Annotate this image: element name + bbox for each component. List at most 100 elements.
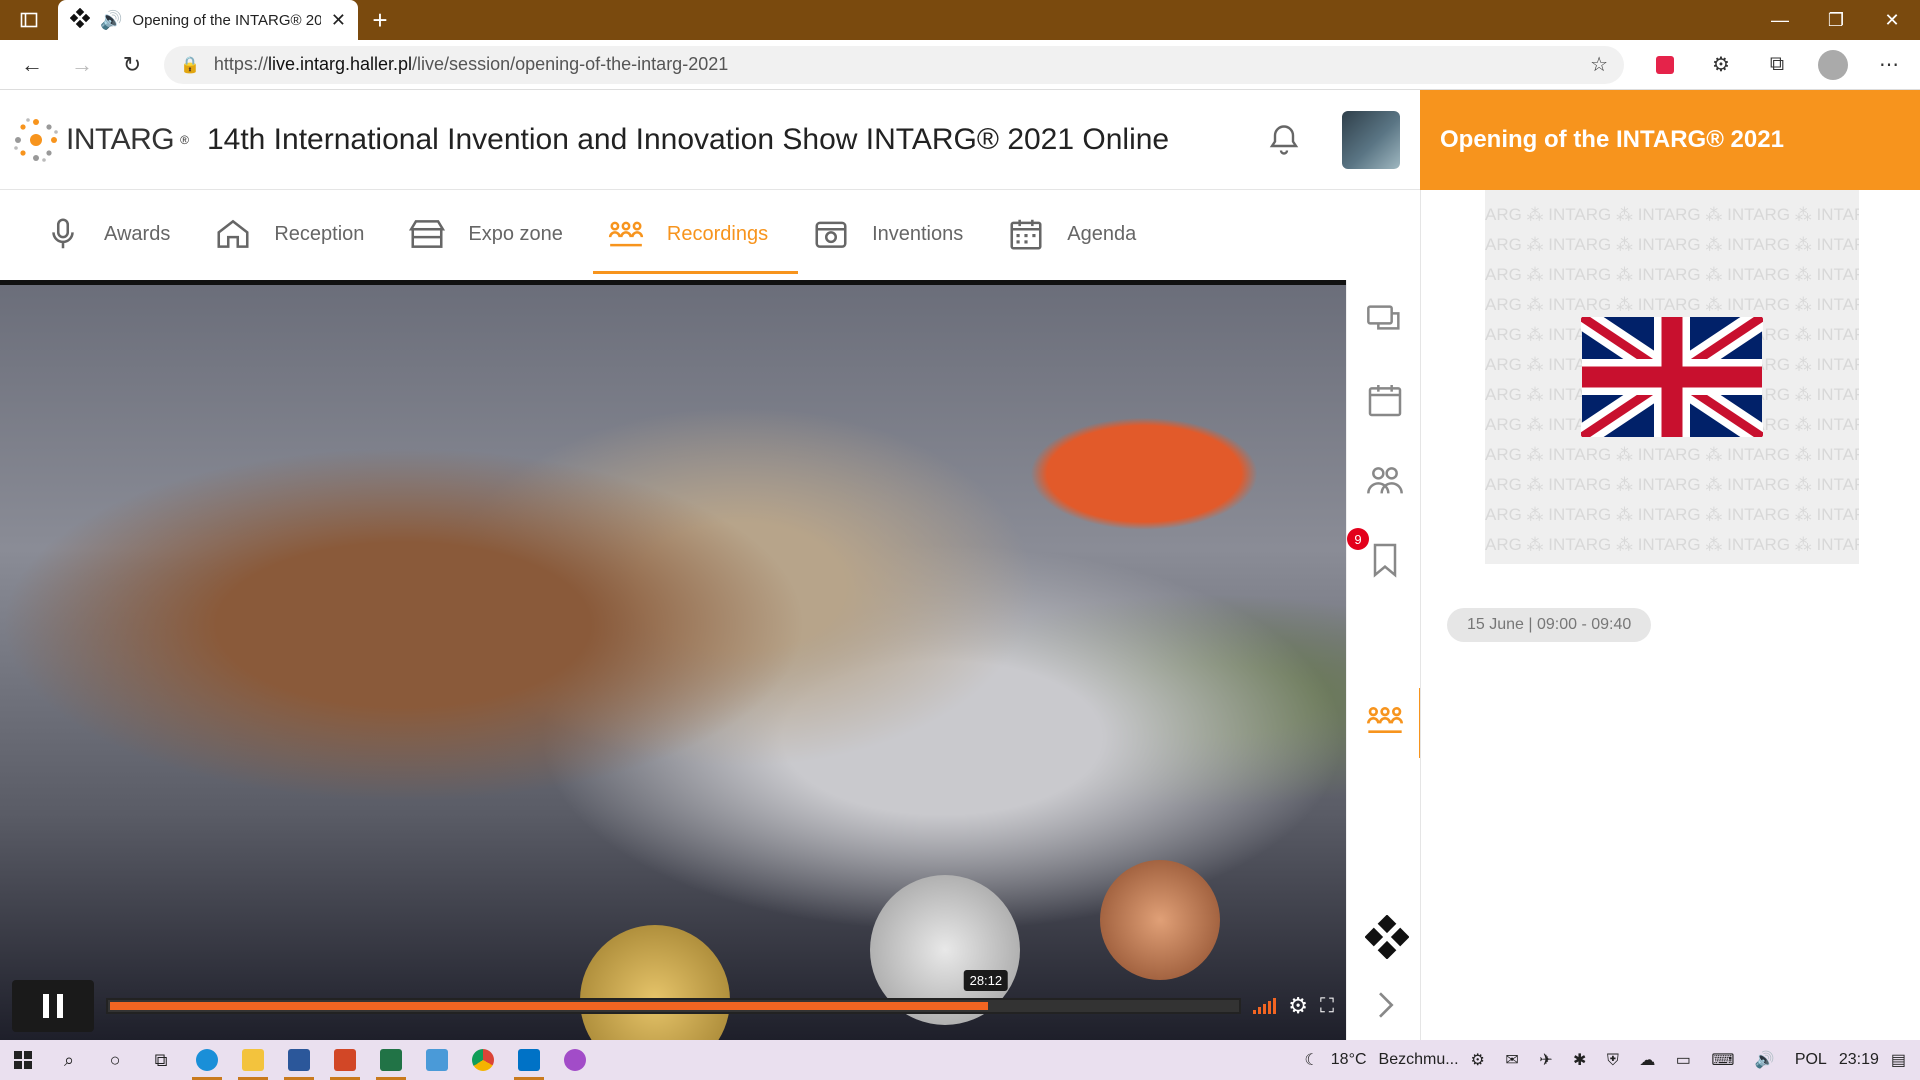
task-view-icon[interactable]: ⧉ <box>138 1040 184 1080</box>
tab-actions-icon[interactable] <box>0 0 58 40</box>
audience-icon <box>608 221 644 247</box>
home-icon <box>217 219 249 248</box>
windows-start-icon[interactable] <box>0 1040 46 1080</box>
app-icon[interactable] <box>552 1040 598 1080</box>
refresh-icon[interactable]: ↻ <box>114 46 150 84</box>
video-player[interactable]: 28:12 ⚙ ⛶ <box>0 280 1346 1040</box>
edge-app-icon[interactable] <box>184 1040 230 1080</box>
chrome-app-icon[interactable] <box>460 1040 506 1080</box>
close-window-icon[interactable]: ✕ <box>1864 0 1920 40</box>
language-indicator[interactable]: POL <box>1795 1051 1827 1069</box>
lock-icon[interactable]: 🔒 <box>180 55 200 75</box>
tray-icons[interactable]: ⚙ ✉ ✈ ✱ ⛨ ☁ ▭ ⌨ 🔊 <box>1471 1050 1783 1070</box>
video-progress-bar[interactable]: 28:12 <box>106 970 1242 1014</box>
system-tray: ☾ 18°C Bezchmu... ⚙ ✉ ✈ ✱ ⛨ ☁ ▭ ⌨ 🔊 POL … <box>1304 1050 1920 1070</box>
tab-reception[interactable]: Reception <box>200 190 394 278</box>
time-tooltip: 28:12 <box>963 970 1009 991</box>
fullscreen-icon[interactable]: ⛶ <box>1320 995 1334 1018</box>
session-header: Opening of the INTARG® 2021 <box>1420 90 1920 190</box>
pause-button[interactable] <box>12 980 94 1032</box>
favorites-add-icon[interactable]: ☆ <box>1590 52 1608 77</box>
snip-tool-icon[interactable] <box>414 1040 460 1080</box>
browser-tab[interactable]: 🔊 Opening of the INTARG® 2021 ✕ <box>58 0 358 40</box>
intarg-logo[interactable]: INTARG ® <box>12 116 189 164</box>
video-progress-fill <box>110 1002 988 1010</box>
back-icon[interactable]: ← <box>14 46 50 84</box>
word-app-icon[interactable] <box>276 1040 322 1080</box>
site-favicon-icon <box>69 7 91 32</box>
url-input[interactable]: 🔒 https://live.intarg.haller.pl/live/ses… <box>164 45 1624 84</box>
audience-icon[interactable] <box>1365 700 1405 740</box>
tab-agenda[interactable]: Agenda <box>993 190 1166 278</box>
tab-label: Expo zone <box>468 222 563 245</box>
page-title: 14th International Invention and Innovat… <box>206 122 1170 156</box>
chevron-right-icon[interactable] <box>1365 985 1405 1025</box>
device-icon <box>815 221 847 248</box>
booth-icon <box>409 220 446 248</box>
more-icon[interactable]: ⋯ <box>1872 48 1906 82</box>
tab-label: Recordings <box>666 222 769 245</box>
speaker-icon[interactable]: 🔊 <box>100 10 122 31</box>
settings-icon[interactable]: ⚙ <box>1288 993 1308 1019</box>
plus-icon[interactable]: + <box>358 0 402 40</box>
session-title: Opening of the INTARG® 2021 <box>1440 126 1784 153</box>
side-rail: 9 <box>1346 280 1422 1040</box>
moon-icon: ☾ <box>1304 1052 1319 1069</box>
tab-expo-zone[interactable]: Expo zone <box>394 190 593 278</box>
url-prefix: https:// <box>213 54 268 74</box>
video-controls: 28:12 ⚙ ⛶ <box>12 970 1334 1032</box>
excel-app-icon[interactable] <box>368 1040 414 1080</box>
calendar-icon[interactable] <box>1365 380 1405 420</box>
language-flag-card[interactable]: ARG ⁂ INTARG ⁂ INTARG ⁂ INTARG ⁂ INTARG … <box>1485 190 1859 564</box>
app-root: INTARG ® 14th International Invention and… <box>0 90 1920 1040</box>
session-panel: ARG ⁂ INTARG ⁂ INTARG ⁂ INTARG ⁂ INTARG … <box>1420 190 1920 1040</box>
logo-text: INTARG <box>66 122 175 156</box>
extension-icon[interactable] <box>1648 48 1682 82</box>
tab-inventions[interactable]: Inventions <box>798 190 993 278</box>
notifications-icon[interactable]: ▤ <box>1891 1050 1906 1070</box>
logo-mark-icon <box>14 117 58 162</box>
app-header: INTARG ® 14th International Invention and… <box>0 90 1420 190</box>
puzzle-icon[interactable]: ⚙ <box>1704 48 1738 82</box>
tab-label: Awards <box>104 222 171 245</box>
avatar[interactable] <box>1342 110 1400 169</box>
tab-label: Agenda <box>1067 222 1137 245</box>
powerpoint-app-icon[interactable] <box>322 1040 368 1080</box>
logo-diamond-icon[interactable] <box>1365 915 1409 959</box>
windows-taskbar: ⌕ ○ ⧉ ☾ 18°C Bezchmu... ⚙ ✉ ✈ ✱ ⛨ ☁ ▭ ⌨ … <box>0 1040 1920 1080</box>
calendar-icon <box>1010 219 1042 250</box>
outlook-app-icon[interactable] <box>506 1040 552 1080</box>
file-explorer-icon[interactable] <box>230 1040 276 1080</box>
minimize-icon[interactable]: — <box>1752 0 1808 40</box>
address-bar: ← → ↻ 🔒 https://live.intarg.haller.pl/li… <box>0 40 1920 90</box>
chat-icon[interactable] <box>1365 300 1405 340</box>
browser-titlebar: 🔊 Opening of the INTARG® 2021 ✕ + — ❐ ✕ <box>0 0 1920 40</box>
session-date-badge: 15 June | 09:00 - 09:40 <box>1447 608 1652 642</box>
main-nav: Awards Reception Expo zone Recordings In… <box>0 190 1420 278</box>
people-icon[interactable] <box>1365 460 1405 500</box>
weather-text[interactable]: Bezchmu... <box>1379 1051 1459 1069</box>
url-host: live.intarg.haller.pl <box>267 54 413 74</box>
cortana-icon[interactable]: ○ <box>92 1040 138 1080</box>
tab-title: Opening of the INTARG® 2021 <box>132 11 321 29</box>
weather-temp[interactable]: 18°C <box>1331 1051 1367 1069</box>
clock-time[interactable]: 23:19 <box>1839 1051 1879 1069</box>
medal-bronze <box>1100 860 1220 980</box>
profile-icon[interactable] <box>1816 48 1850 82</box>
tab-awards[interactable]: Awards <box>30 190 200 278</box>
uk-flag-icon <box>1581 317 1763 437</box>
bell-icon[interactable] <box>1266 122 1302 158</box>
logo-registered: ® <box>180 132 189 147</box>
close-icon[interactable]: ✕ <box>331 10 346 31</box>
restore-icon[interactable]: ❐ <box>1808 0 1864 40</box>
bookmark-icon[interactable] <box>1365 540 1405 580</box>
tab-recordings[interactable]: Recordings <box>592 190 799 278</box>
microphone-icon <box>52 218 74 249</box>
collections-icon[interactable]: ⧉ <box>1760 48 1794 82</box>
tab-label: Reception <box>274 222 365 245</box>
tab-label: Inventions <box>872 222 964 245</box>
search-icon[interactable]: ⌕ <box>46 1040 92 1080</box>
url-path: /live/session/opening-of-the-intarg-2021 <box>412 54 729 74</box>
volume-icon[interactable] <box>1253 998 1277 1014</box>
forward-icon[interactable]: → <box>64 46 100 84</box>
